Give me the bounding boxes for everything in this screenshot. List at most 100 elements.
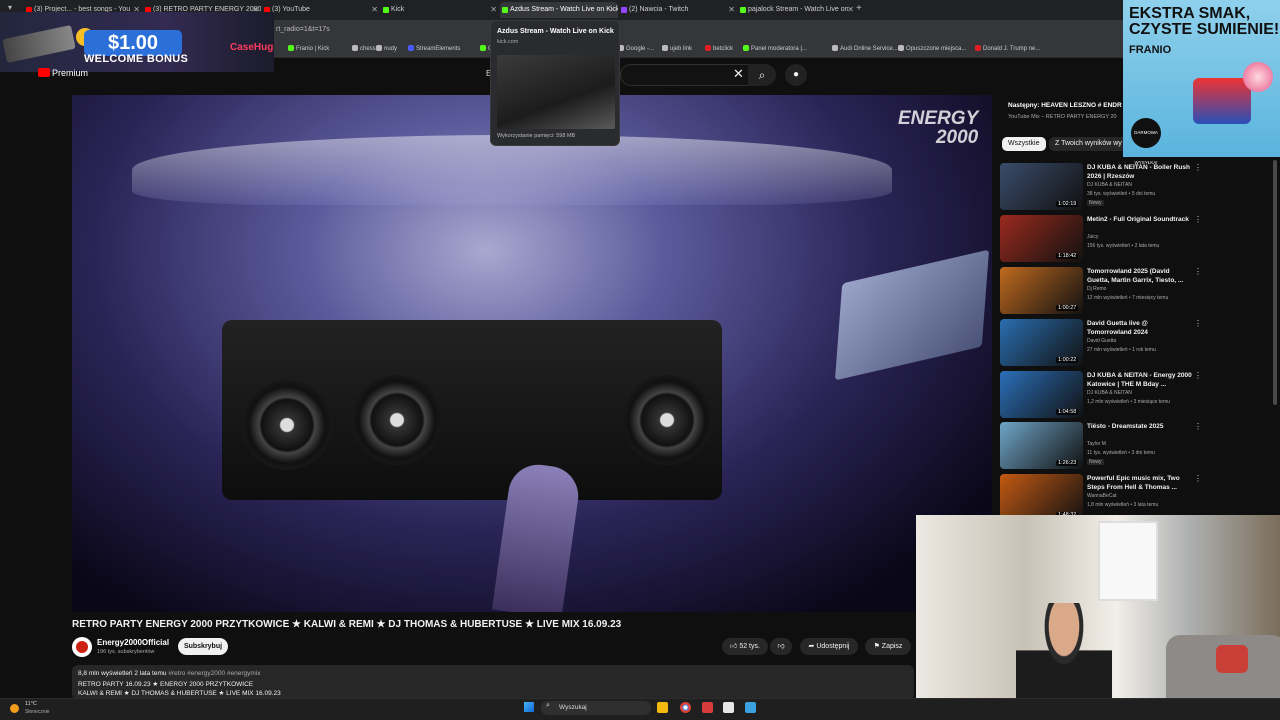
video-title[interactable]: Tiësto - Dreamstate 2025 [1087, 422, 1192, 431]
sidebar-scrollbar[interactable] [1273, 160, 1277, 405]
channel-avatar[interactable] [72, 637, 92, 657]
bookmark-item[interactable]: chess [352, 45, 376, 52]
bookmark-item[interactable]: nudy [376, 45, 397, 52]
bookmark-item[interactable]: betclick [705, 45, 733, 52]
save-button[interactable]: ⚑ Zapisz [865, 638, 911, 655]
app-icon-blue[interactable] [745, 702, 756, 713]
share-button[interactable]: ➦ Udostępnij [800, 638, 858, 655]
autoplay-next-label[interactable]: Następny: HEAVEN LESZNO # ENDR [1008, 102, 1122, 109]
search-input[interactable] [620, 64, 750, 86]
close-icon[interactable]: ✕ [728, 2, 735, 18]
new-tab-button[interactable]: + [856, 3, 862, 14]
video-channel[interactable]: DJ KUBA & NEITAN [1087, 182, 1132, 188]
video-title[interactable]: Metin2 - Full Original Soundtrack [1087, 215, 1192, 224]
tab-label: Kick [391, 6, 405, 13]
more-vert-icon[interactable]: ⋮ [1194, 371, 1202, 380]
chip-all[interactable]: Wszystkie [1002, 137, 1046, 151]
youtube-logo[interactable]: Premium [38, 68, 88, 78]
franio-ad[interactable]: EKSTRA SMAK, CZYSTE SUMIENIE! FRANIO DAR… [1123, 0, 1280, 165]
video-channel[interactable]: David Guetta [1087, 338, 1116, 344]
video-duration: 1:00:22 [1056, 357, 1079, 363]
bookmark-item[interactable]: Panel moderatora |... [743, 45, 807, 52]
video-title[interactable]: Tomorrowland 2025 (David Guetta, Martin … [1087, 267, 1192, 285]
bookmark-item[interactable]: StreamElements [408, 45, 460, 52]
casehug-ad[interactable]: $1.00 WELCOME BONUS CaseHug [0, 12, 274, 72]
ad-headline: EKSTRA SMAK, CZYSTE SUMIENIE! [1129, 5, 1280, 38]
video-stats: 11 tys. wyświetleń • 3 dni temu [1087, 450, 1155, 456]
bookmark-item[interactable]: Audi Online Service... [832, 45, 898, 52]
taskbar-search[interactable] [541, 701, 651, 715]
bookmark-item[interactable]: Opuszczone miejsca... [898, 45, 966, 52]
more-vert-icon[interactable]: ⋮ [1194, 163, 1202, 172]
youtube-play-icon [38, 68, 50, 77]
channel-name[interactable]: Energy2000Official [97, 638, 169, 647]
voice-search-button[interactable]: ● [785, 64, 807, 86]
tab-search-icon[interactable]: ▾ [8, 3, 12, 12]
like-button[interactable]: 👍︎ 52 tys. [722, 638, 768, 655]
address-text[interactable]: rt_radio=1&t=17s [276, 26, 330, 33]
bookmark-item[interactable]: Donald J. Trump ne... [975, 45, 1040, 52]
close-icon[interactable]: ✕ [371, 2, 378, 18]
bookmark-favicon-icon [898, 45, 904, 51]
video-channel[interactable]: Dj Remo [1087, 286, 1106, 292]
video-channel[interactable]: DJ KUBA & NEITAN [1087, 390, 1132, 396]
sun-icon[interactable] [10, 704, 19, 713]
new-badge: Nowy [1087, 200, 1104, 206]
streamer-webcam [916, 515, 1280, 720]
tab-hover-card: Azdus Stream - Watch Live on Kick kick.c… [490, 20, 620, 146]
bookmark-favicon-icon [352, 45, 358, 51]
video-stats: 1,8 mln wyświetleń • 3 lata temu [1087, 502, 1159, 508]
bookmark-item[interactable]: Franio | Kick [288, 45, 329, 52]
video-title[interactable]: DJ KUBA & NEITAN - Energy 2000 Katowice … [1087, 371, 1192, 389]
weather-description[interactable]: Słonecznie [25, 709, 49, 715]
recommended-video[interactable]: 1:00:27 Tomorrowland 2025 (David Guetta, … [1000, 267, 1205, 315]
browser-tab[interactable]: (2) Nawcia - Twitch ✕ [619, 2, 737, 18]
browser-tab[interactable]: (3) YouTube ✕ [262, 2, 380, 18]
more-vert-icon[interactable]: ⋮ [1194, 267, 1202, 276]
ad-bonus-text: WELCOME BONUS [84, 53, 189, 65]
more-vert-icon[interactable]: ⋮ [1194, 215, 1202, 224]
bookmark-item[interactable]: ujeb link [662, 45, 692, 52]
app-icon-red[interactable] [702, 702, 713, 713]
browser-tab[interactable]: pajalock Stream - Watch Live on ✕ [738, 2, 856, 18]
more-vert-icon[interactable]: ⋮ [1194, 319, 1202, 328]
search-button[interactable]: ⌕ [748, 64, 776, 86]
close-icon[interactable]: ✕ [847, 2, 854, 18]
video-title[interactable]: David Guetta live @ Tomorrowland 2024 [1087, 319, 1192, 337]
windows-start-icon[interactable] [524, 702, 534, 712]
close-icon[interactable]: ✕ [490, 2, 497, 18]
recommended-video[interactable]: 1:00:22 David Guetta live @ Tomorrowland … [1000, 319, 1205, 367]
bookmark-item[interactable]: Google -... [618, 45, 654, 52]
jog-wheel-center [352, 375, 442, 465]
app-icon-white[interactable] [723, 702, 734, 713]
webcam-pillow [1216, 645, 1248, 673]
chrome-icon[interactable] [680, 702, 691, 713]
browser-tab[interactable]: Kick ✕ [381, 2, 499, 18]
video-title[interactable]: Powerful Epic music mix, Two Steps From … [1087, 474, 1192, 492]
more-vert-icon[interactable]: ⋮ [1194, 422, 1202, 431]
video-channel[interactable]: WannaBeCat [1087, 493, 1117, 499]
chip-from-results[interactable]: Z Twoich wyników wy [1049, 137, 1128, 151]
recommended-video[interactable]: 1:02:19DJ KUBA & NEITAN - Boiler Rush 20… [1000, 163, 1205, 211]
bookmark-favicon-icon [662, 45, 668, 51]
close-icon[interactable]: ✕ [609, 2, 616, 18]
video-stats: 27 mln wyświetleń • 1 rok temu [1087, 347, 1156, 353]
file-explorer-icon[interactable] [657, 702, 668, 713]
autoplay-next-mix[interactable]: YouTube Mix – RETRO PARTY ENERGY 20 [1008, 114, 1117, 120]
dislike-button[interactable]: 👎︎ [770, 638, 792, 655]
video-channel[interactable]: Juicy [1087, 234, 1098, 240]
tab-favicon-icon [740, 7, 746, 13]
hover-card-memory: Wykorzystanie pamięci: 598 MB [497, 133, 576, 139]
more-vert-icon[interactable]: ⋮ [1194, 474, 1202, 483]
recommended-video[interactable]: 1:04:58 DJ KUBA & NEITAN - Energy 2000 Ka… [1000, 371, 1205, 419]
recommended-video[interactable]: 1:18:42 Metin2 - Full Original Soundtrack… [1000, 215, 1205, 263]
video-channel[interactable]: Taylor M [1087, 441, 1106, 447]
close-icon[interactable]: ✕ [733, 66, 744, 82]
recommended-video[interactable]: 1:26:23 Tiësto - Dreamstate 2025 Taylor M 1… [1000, 422, 1205, 470]
laptop-image [834, 249, 990, 381]
video-player[interactable]: ENERGY 2000 [72, 95, 992, 612]
browser-tab[interactable]: Azdus Stream - Watch Live on Kick ✕ [500, 2, 618, 18]
weather-temperature[interactable]: 11°C [25, 701, 37, 707]
bookmark-favicon-icon [705, 45, 711, 51]
subscribe-button[interactable]: Subskrybuj [178, 638, 228, 655]
